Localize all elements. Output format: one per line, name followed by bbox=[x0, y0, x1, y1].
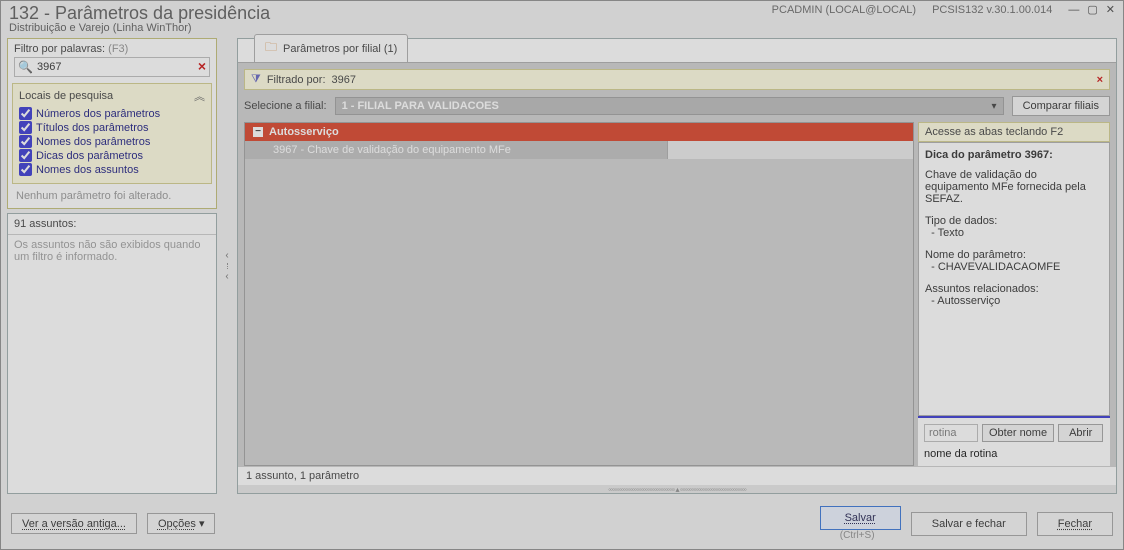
rotina-caption: nome da rotina bbox=[924, 448, 1104, 460]
close-icon[interactable]: ✕ bbox=[1106, 3, 1115, 16]
obter-nome-button[interactable]: Obter nome bbox=[982, 424, 1054, 442]
main-panel: 🗀 Parâmetros por filial (1) ⧩ Filtrado p… bbox=[237, 38, 1117, 494]
chk-nomes-param[interactable]: Nomes dos parâmetros bbox=[19, 135, 205, 148]
related-label: Assuntos relacionados: bbox=[925, 283, 1039, 295]
count-bar: 1 assunto, 1 parâmetro bbox=[238, 466, 1116, 485]
param-row[interactable]: 3967 - Chave de validação do equipamento… bbox=[245, 141, 913, 159]
rotina-box: Obter nome Abrir nome da rotina bbox=[918, 416, 1110, 466]
param-label: 3967 - Chave de validação do equipamento… bbox=[245, 141, 667, 159]
param-tree[interactable]: − Autosserviço 3967 - Chave de validação… bbox=[244, 122, 914, 466]
title-bar: 132 - Parâmetros da presidência Distribu… bbox=[1, 1, 1123, 34]
tab-label: Parâmetros por filial (1) bbox=[283, 43, 397, 55]
search-icon: 🔍 bbox=[18, 60, 33, 74]
related-value: - Autosserviço bbox=[931, 295, 1000, 307]
chk-nomes-assuntos[interactable]: Nomes dos assuntos bbox=[19, 163, 205, 176]
type-value: - Texto bbox=[931, 227, 964, 239]
options-button[interactable]: Opções ▾ bbox=[147, 513, 216, 534]
tab-strip: 🗀 Parâmetros por filial (1) bbox=[238, 39, 1116, 63]
clear-filter-icon[interactable]: × bbox=[1097, 74, 1103, 86]
paramname-value: - CHAVEVALIDACAOMFE bbox=[931, 261, 1060, 273]
search-locations: Locais de pesquisa ︽ Números dos parâmet… bbox=[12, 83, 212, 184]
funnel-icon: ⧩ bbox=[251, 73, 261, 86]
group-label: Autosserviço bbox=[269, 126, 339, 138]
tree-group-header[interactable]: − Autosserviço bbox=[245, 123, 913, 141]
chk-numeros[interactable]: Números dos parâmetros bbox=[19, 107, 205, 120]
maximize-icon[interactable]: ▢ bbox=[1087, 3, 1097, 16]
chk-titulos[interactable]: Títulos dos parâmetros bbox=[19, 121, 205, 134]
user-label: PCADMIN (LOCAL@LOCAL) bbox=[772, 4, 916, 16]
search-input[interactable] bbox=[14, 57, 210, 77]
help-hint: Acesse as abas teclando F2 bbox=[918, 122, 1110, 142]
save-close-button[interactable]: Salvar e fechar bbox=[911, 512, 1027, 536]
help-panel: Acesse as abas teclando F2 Dica do parâm… bbox=[918, 122, 1110, 466]
filter-panel: Filtro por palavras: (F3) 🔍 × Locais de … bbox=[7, 38, 217, 209]
rotina-input[interactable] bbox=[924, 424, 978, 442]
old-version-button[interactable]: Ver a versão antiga... bbox=[11, 513, 137, 534]
splitter[interactable]: ‹ ‹ bbox=[221, 38, 233, 494]
type-label: Tipo de dados: bbox=[925, 215, 997, 227]
help-title: Dica do parâmetro 3967: bbox=[925, 149, 1103, 161]
clear-search-icon[interactable]: × bbox=[198, 58, 206, 74]
active-filter-bar: ⧩ Filtrado por: 3967 × bbox=[244, 69, 1110, 90]
filter-prefix: Filtrado por: bbox=[267, 74, 326, 86]
minimize-icon[interactable]: — bbox=[1068, 4, 1079, 16]
chevron-down-icon: ▾ bbox=[992, 101, 997, 112]
filter-label: Filtro por palavras: bbox=[14, 43, 105, 55]
subjects-panel: 91 assuntos: Os assuntos não são exibido… bbox=[7, 213, 217, 494]
chk-dicas[interactable]: Dicas dos parâmetros bbox=[19, 149, 205, 162]
chevron-left-icon: ‹ bbox=[225, 250, 228, 261]
folder-icon: 🗀 bbox=[265, 38, 277, 59]
locations-header: Locais de pesquisa bbox=[19, 90, 113, 102]
filter-value: 3967 bbox=[332, 74, 356, 86]
subjects-header: 91 assuntos: bbox=[8, 214, 216, 235]
save-button[interactable]: Salvar bbox=[820, 506, 901, 530]
subjects-empty: Os assuntos não são exibidos quando um f… bbox=[8, 235, 216, 493]
change-status: Nenhum parâmetro foi alterado. bbox=[8, 190, 216, 208]
help-desc: Chave de validação do equipamento MFe fo… bbox=[925, 169, 1103, 205]
abrir-button[interactable]: Abrir bbox=[1058, 424, 1103, 442]
resize-grip[interactable]: ◦◦◦◦◦◦◦◦◦◦◦◦◦◦◦◦◦◦◦◦◦◦◦◦◦◦◦◦◦◦◦◦◦◦◦◦ ▴ ◦… bbox=[238, 485, 1116, 493]
tab-parametros-filial[interactable]: 🗀 Parâmetros por filial (1) bbox=[254, 34, 408, 62]
chevron-left-icon: ‹ bbox=[225, 271, 228, 282]
filial-select[interactable]: 1 - FILIAL PARA VALIDACOES ▾ bbox=[335, 97, 1004, 115]
compare-filiais-button[interactable]: Comparar filiais bbox=[1012, 96, 1110, 116]
paramname-label: Nome do parâmetro: bbox=[925, 249, 1026, 261]
collapse-toggle-icon[interactable]: − bbox=[253, 127, 263, 137]
window-title: 132 - Parâmetros da presidência bbox=[9, 3, 270, 24]
filter-shortcut: (F3) bbox=[108, 43, 128, 55]
chevron-down-icon: ▾ bbox=[199, 518, 205, 530]
param-value-cell[interactable] bbox=[667, 141, 913, 159]
save-shortcut: (Ctrl+S) bbox=[817, 530, 897, 541]
build-label: PCSIS132 v.30.1.00.014 bbox=[932, 4, 1052, 16]
collapse-icon[interactable]: ︽ bbox=[194, 88, 205, 104]
close-button[interactable]: Fechar bbox=[1037, 512, 1113, 536]
filial-label: Selecione a filial: bbox=[244, 100, 327, 112]
footer-bar: Ver a versão antiga... Opções ▾ Salvar (… bbox=[1, 498, 1123, 549]
filial-selected: 1 - FILIAL PARA VALIDACOES bbox=[342, 100, 499, 112]
